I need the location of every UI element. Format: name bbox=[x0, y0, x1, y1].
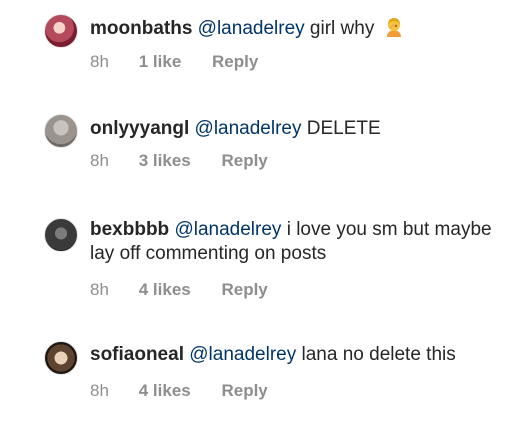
comment-text: sofiaoneal @lanadelrey lana no delete th… bbox=[90, 343, 499, 367]
comment-text: moonbaths @lanadelrey girl why bbox=[90, 16, 499, 41]
comment-time: 8h bbox=[90, 151, 109, 170]
comment-meta: 8h 3 likes Reply bbox=[90, 150, 499, 172]
reply-button[interactable]: Reply bbox=[221, 150, 267, 172]
comment-body: DELETE bbox=[301, 118, 381, 139]
comment-mention[interactable]: @lanadelrey bbox=[189, 344, 296, 365]
comment-username[interactable]: moonbaths bbox=[90, 18, 192, 39]
comment-time: 8h bbox=[90, 280, 109, 299]
comment-likes[interactable]: 1 like bbox=[139, 51, 182, 73]
comment-mention[interactable]: @lanadelrey bbox=[195, 118, 302, 139]
comment-username[interactable]: bexbbbb bbox=[90, 219, 169, 240]
comment-time: 8h bbox=[90, 381, 109, 400]
comment-username[interactable]: sofiaoneal bbox=[90, 344, 184, 365]
comment-mention[interactable]: @lanadelrey bbox=[174, 219, 281, 240]
comment-list: moonbaths @lanadelrey girl why 8h 1 like… bbox=[0, 0, 529, 447]
comment-likes[interactable]: 3 likes bbox=[139, 150, 191, 172]
comment-text: bexbbbb @lanadelrey i love you sm but ma… bbox=[90, 218, 499, 266]
reply-button[interactable]: Reply bbox=[221, 279, 267, 301]
avatar[interactable] bbox=[44, 114, 78, 148]
avatar[interactable] bbox=[44, 341, 78, 375]
comment-meta: 8h 4 likes Reply bbox=[90, 380, 499, 402]
reply-button[interactable]: Reply bbox=[221, 380, 267, 402]
comment-meta: 8h 4 likes Reply bbox=[90, 279, 499, 301]
comment-likes[interactable]: 4 likes bbox=[139, 380, 191, 402]
woman-facepalming-emoji-icon bbox=[386, 18, 401, 37]
avatar[interactable] bbox=[44, 218, 78, 252]
comment-username[interactable]: onlyyyangl bbox=[90, 118, 189, 139]
reply-button[interactable]: Reply bbox=[212, 51, 258, 73]
comment-mention[interactable]: @lanadelrey bbox=[198, 18, 305, 39]
avatar[interactable] bbox=[44, 14, 78, 48]
comment-meta: 8h 1 like Reply bbox=[90, 51, 499, 73]
comment-body: lana no delete this bbox=[296, 344, 456, 365]
comment-time: 8h bbox=[90, 52, 109, 71]
comment-text: onlyyyangl @lanadelrey DELETE bbox=[90, 117, 499, 141]
comment-likes[interactable]: 4 likes bbox=[139, 279, 191, 301]
comment-body: girl why bbox=[304, 18, 375, 39]
